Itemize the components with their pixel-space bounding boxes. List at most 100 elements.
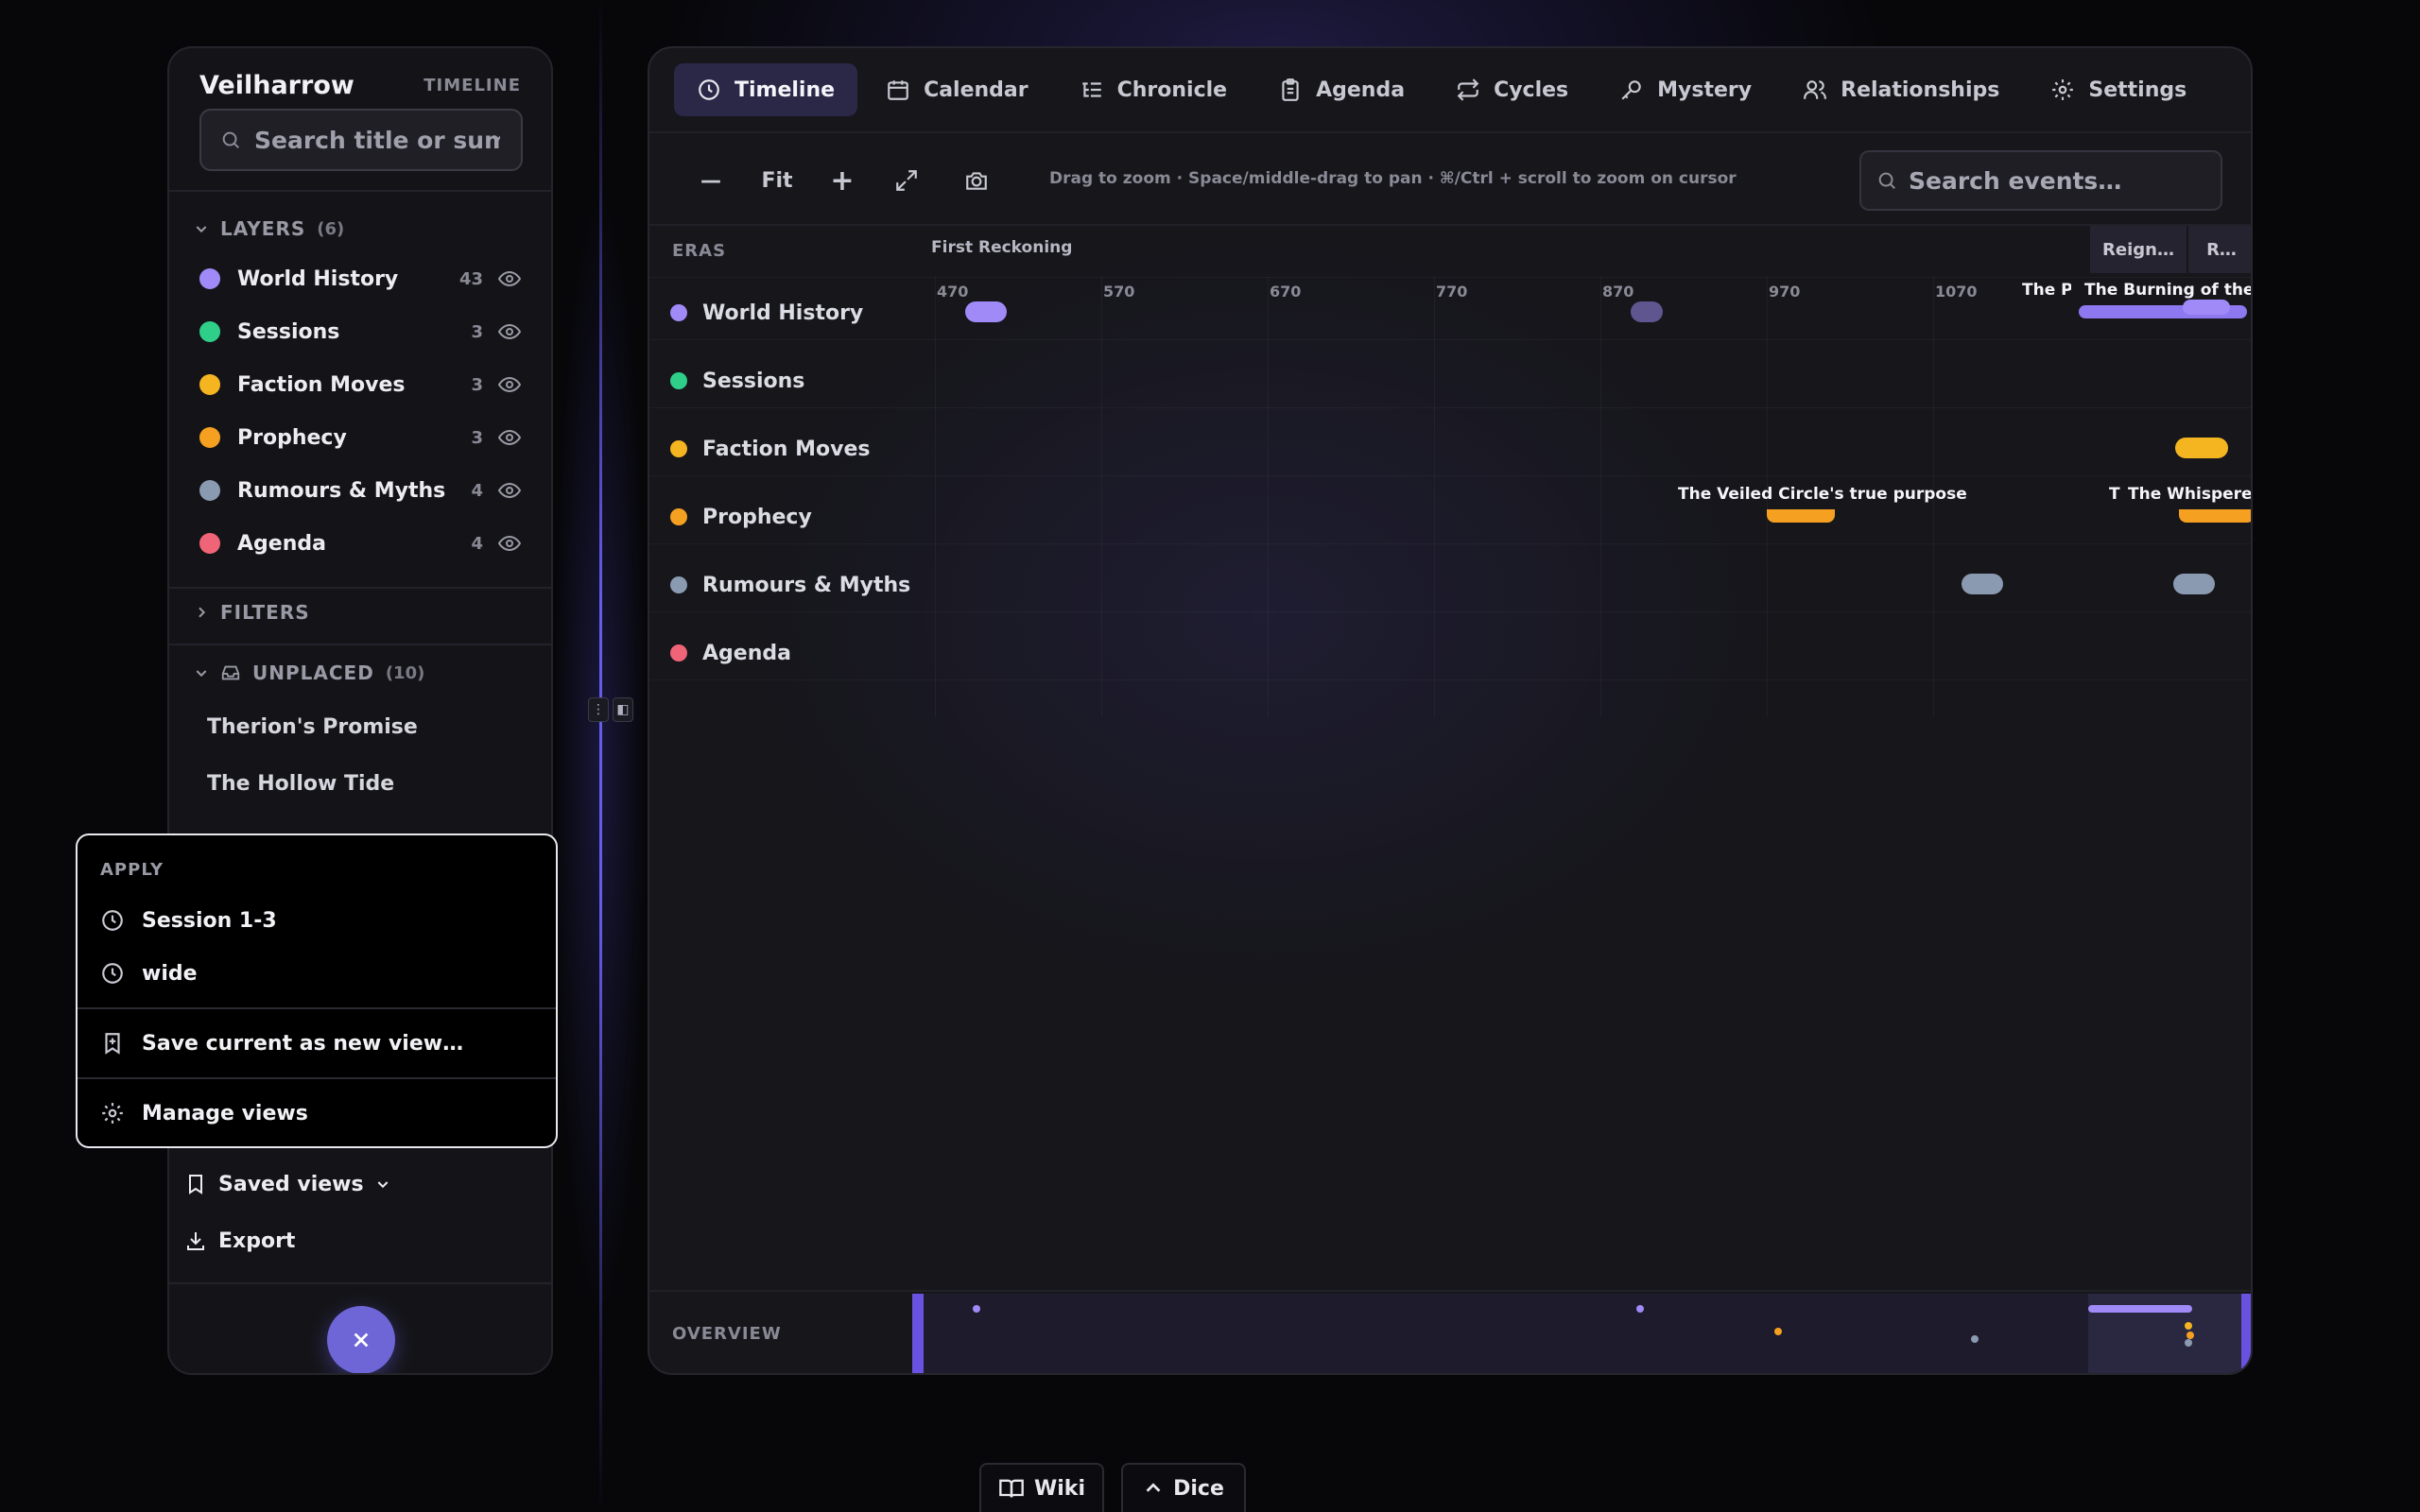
lane-label: Sessions <box>702 369 805 393</box>
lane-label: Faction Moves <box>702 437 871 461</box>
tab-label: Agenda <box>1316 77 1406 102</box>
unplaced-item[interactable]: The Hollow Tide <box>207 772 394 796</box>
event-pill[interactable] <box>965 301 1007 322</box>
inbox-icon <box>220 662 241 683</box>
layer-count: 3 <box>471 374 483 395</box>
layer-row-prophecy[interactable]: Prophecy 3 <box>199 419 521 456</box>
view-item-session-1-3[interactable]: Session 1-3 <box>100 902 537 939</box>
snapshot-button[interactable] <box>958 162 995 199</box>
event-label[interactable]: T <box>2109 485 2120 504</box>
layer-row-agenda[interactable]: Agenda 4 <box>199 524 521 562</box>
view-item-wide[interactable]: wide <box>100 954 537 992</box>
tab-mystery[interactable]: Mystery <box>1597 63 1774 116</box>
tab-label: Timeline <box>735 77 836 102</box>
lane-faction-moves: Faction Moves <box>670 430 870 468</box>
layer-row-faction-moves[interactable]: Faction Moves 3 <box>199 366 521 404</box>
fit-button[interactable]: Fit <box>753 162 801 199</box>
event-pill[interactable] <box>2173 574 2215 594</box>
layers-section-toggle[interactable]: LAYERS (6) <box>194 215 344 243</box>
gridline <box>1434 277 1435 717</box>
layer-color-dot <box>199 268 220 289</box>
manage-views-button[interactable]: Manage views <box>100 1094 537 1132</box>
fullscreen-button[interactable] <box>888 162 925 199</box>
overview-marker <box>1774 1328 1782 1335</box>
event-pill[interactable] <box>1962 574 2003 594</box>
event-pill[interactable] <box>2175 438 2228 458</box>
unplaced-heading: UNPLACED <box>252 662 374 684</box>
panel-splitter[interactable] <box>599 0 602 1512</box>
layer-name: Prophecy <box>237 425 347 450</box>
event-label[interactable]: The Burning of the Sa <box>2084 281 2251 300</box>
lane-label: Prophecy <box>702 505 812 529</box>
layer-row-world-history[interactable]: World History 43 <box>199 260 521 298</box>
tab-agenda[interactable]: Agenda <box>1255 63 1427 116</box>
tab-cycles[interactable]: Cycles <box>1433 63 1591 116</box>
manage-views-label: Manage views <box>142 1101 308 1125</box>
era-r[interactable]: R… <box>2187 226 2251 273</box>
lane-world-history: World History <box>670 294 863 332</box>
eye-icon[interactable] <box>498 320 521 343</box>
layer-row-rumours-myths[interactable]: Rumours & Myths 4 <box>199 472 521 509</box>
clock-icon <box>100 908 125 933</box>
unplaced-count: (10) <box>385 662 425 683</box>
layer-row-sessions[interactable]: Sessions 3 <box>199 313 521 351</box>
overview-label: OVERVIEW <box>672 1324 782 1344</box>
saved-views-button[interactable]: Saved views <box>184 1165 390 1203</box>
layer-count: 4 <box>471 480 483 501</box>
dice-button[interactable]: Dice <box>1121 1463 1246 1512</box>
zoom-out-button[interactable]: — <box>697 162 725 199</box>
eye-icon[interactable] <box>498 267 521 290</box>
event-label[interactable]: The Veiled Circle's true purpose <box>1678 485 1967 504</box>
bookmark-plus-icon <box>100 1031 125 1056</box>
splitter-handle[interactable]: ⋮ ◧ <box>588 696 637 724</box>
tab-bar: Timeline Calendar Chronicle Agenda Cycle… <box>674 63 2209 116</box>
save-view-button[interactable]: Save current as new view… <box>100 1024 537 1062</box>
collapse-panel-icon[interactable]: ◧ <box>613 697 633 722</box>
chevron-up-icon <box>1143 1478 1164 1499</box>
expand-icon <box>894 168 919 193</box>
close-fab-button[interactable] <box>327 1306 395 1373</box>
layer-count: 43 <box>458 268 483 289</box>
sidebar-search-input[interactable] <box>254 126 500 154</box>
tab-relationships[interactable]: Relationships <box>1780 63 2022 116</box>
filters-section-toggle[interactable]: FILTERS <box>194 598 310 627</box>
era-first-reckoning[interactable]: First Reckoning <box>931 238 1072 257</box>
drag-handle-icon[interactable]: ⋮ <box>588 697 609 722</box>
tick-label: 570 <box>1103 283 1135 301</box>
chevron-down-icon <box>194 221 209 236</box>
event-pill[interactable] <box>2183 300 2230 315</box>
event-search-input[interactable] <box>1909 166 2211 195</box>
wiki-button[interactable]: Wiki <box>979 1463 1104 1512</box>
event-pill[interactable] <box>2179 509 2251 523</box>
overview-range-handle-right[interactable] <box>2241 1294 2251 1373</box>
tick-label: 1070 <box>1935 283 1978 301</box>
divider <box>169 1282 551 1284</box>
event-pill[interactable] <box>1767 509 1835 523</box>
eye-icon[interactable] <box>498 373 521 396</box>
event-label[interactable]: The Pl <box>2022 281 2071 300</box>
tab-label: Relationships <box>1841 77 2000 102</box>
eye-icon[interactable] <box>498 532 521 555</box>
sidebar-header: Veilharrow TIMELINE <box>199 61 521 109</box>
overview-track[interactable] <box>912 1294 2251 1373</box>
tab-settings[interactable]: Settings <box>2028 63 2209 116</box>
lane-divider <box>649 611 2251 612</box>
unplaced-item[interactable]: Therion's Promise <box>207 715 418 739</box>
eye-icon[interactable] <box>498 426 521 449</box>
wiki-label: Wiki <box>1034 1476 1085 1501</box>
export-button[interactable]: Export <box>184 1222 295 1260</box>
tab-timeline[interactable]: Timeline <box>674 63 858 116</box>
layer-name: Agenda <box>237 531 326 556</box>
eye-icon[interactable] <box>498 479 521 502</box>
era-reign[interactable]: Reign… <box>2088 226 2187 273</box>
tab-chronicle[interactable]: Chronicle <box>1057 63 1250 116</box>
sidebar-search <box>199 109 523 171</box>
overview-range-handle-left[interactable] <box>912 1294 924 1373</box>
layer-name: Faction Moves <box>237 372 406 397</box>
zoom-in-button[interactable]: + <box>825 162 859 199</box>
unplaced-section-toggle[interactable]: UNPLACED (10) <box>194 659 424 687</box>
layer-count: 3 <box>471 321 483 342</box>
tab-calendar[interactable]: Calendar <box>863 63 1051 116</box>
event-label[interactable]: The Whispered <box>2128 485 2251 504</box>
event-pill[interactable] <box>1631 301 1663 322</box>
